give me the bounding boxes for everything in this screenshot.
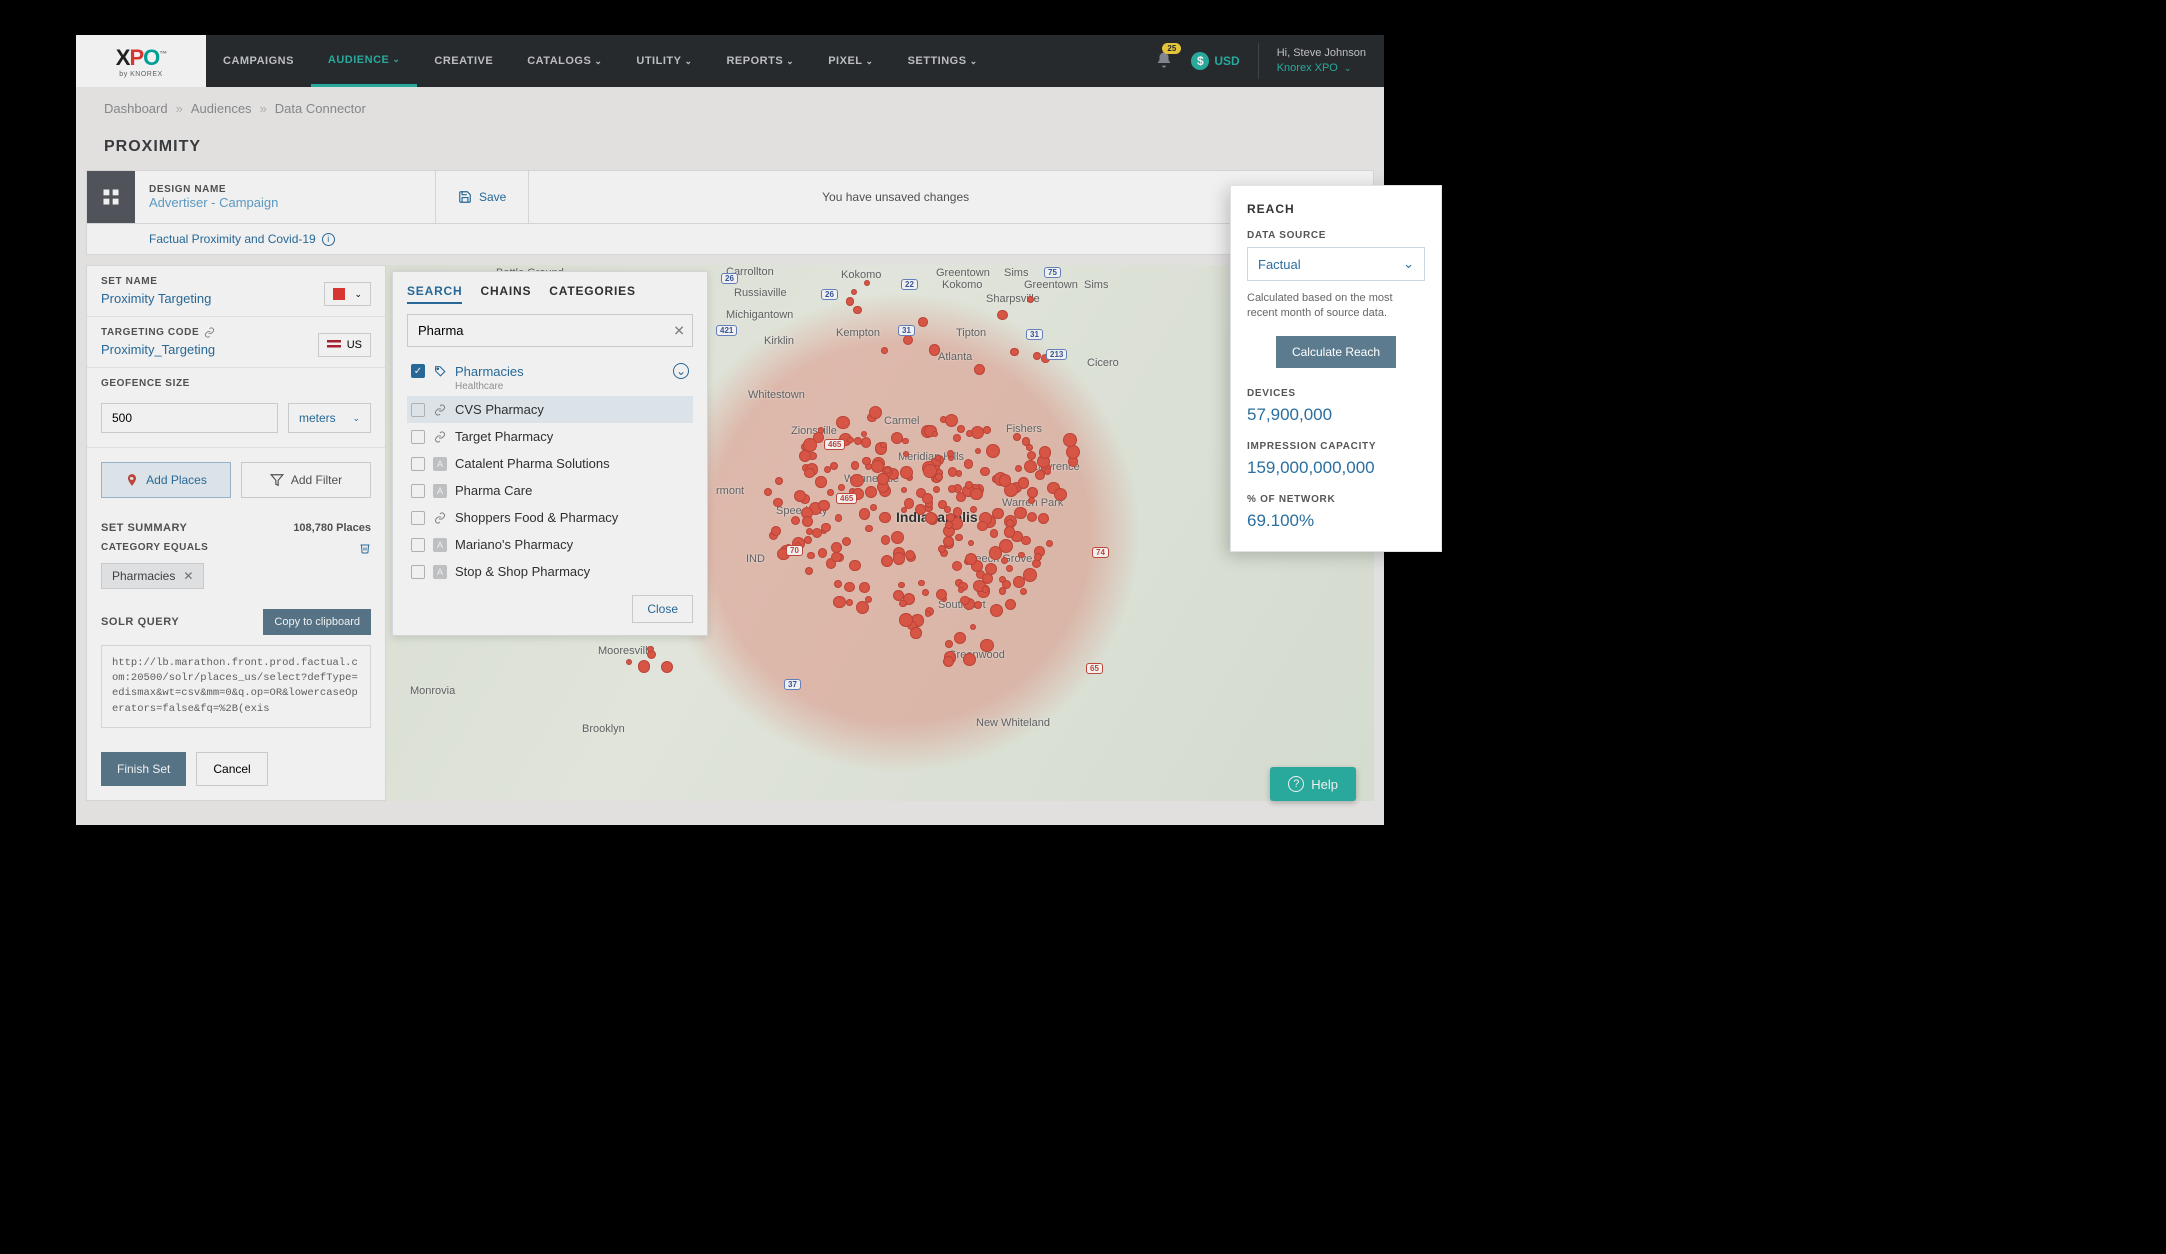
data-source-select[interactable]: Factual⌄ xyxy=(1247,247,1425,281)
network-value: 69.100% xyxy=(1247,511,1425,531)
impressions-value: 159,000,000,000 xyxy=(1247,458,1425,478)
reach-panel: REACH DATA SOURCE Factual⌄ Calculated ba… xyxy=(1230,185,1442,552)
calculate-reach-button[interactable]: Calculate Reach xyxy=(1276,336,1396,368)
devices-value: 57,900,000 xyxy=(1247,405,1425,425)
